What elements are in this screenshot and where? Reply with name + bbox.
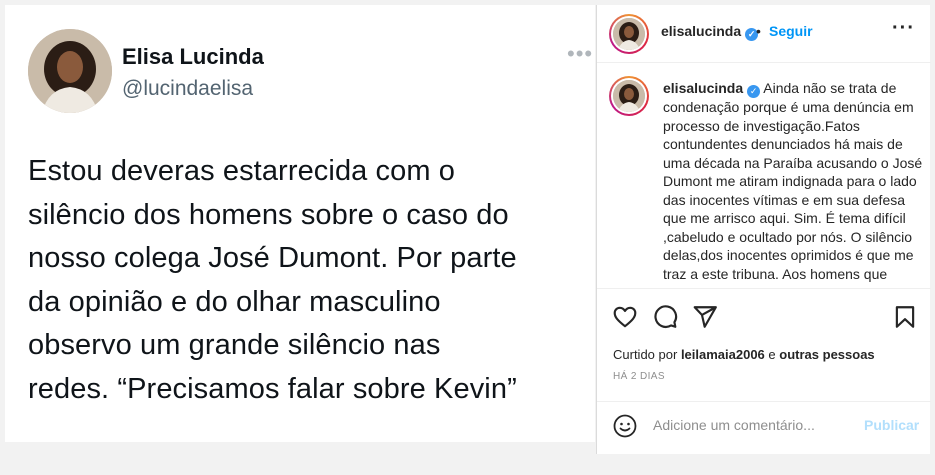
post-caption: elisalucinda ✓ Ainda não se trata de cond… bbox=[663, 79, 925, 287]
caption-scroll-area[interactable]: elisalucinda ✓ Ainda não se trata de cond… bbox=[597, 64, 931, 287]
liked-by-prefix: Curtido por bbox=[613, 347, 678, 362]
liked-by-user[interactable]: leilamaia2006 bbox=[681, 347, 765, 362]
header-avatar[interactable] bbox=[609, 14, 649, 54]
header-username[interactable]: elisalucinda ✓ bbox=[661, 23, 759, 41]
comment-bar: Publicar bbox=[597, 401, 931, 447]
tweet-card: Elisa Lucinda @lucindaelisa ••• Estou de… bbox=[5, 5, 595, 442]
liked-by-text: Curtido por leilamaia2006 e outras pesso… bbox=[613, 347, 875, 362]
header-username-text[interactable]: elisalucinda bbox=[661, 23, 741, 39]
tweet-line: nosso colega José Dumont. Por parte bbox=[28, 242, 517, 274]
comment-input[interactable] bbox=[653, 415, 853, 435]
post-actions: Curtido por leilamaia2006 e outras pesso… bbox=[597, 288, 931, 458]
tweet-text: Estou deveras estarrecida com o silêncio… bbox=[28, 150, 593, 411]
verified-badge-icon: ✓ bbox=[747, 85, 761, 98]
liked-by-connector: e bbox=[768, 347, 776, 362]
caption-avatar[interactable] bbox=[609, 76, 649, 116]
tweet-line: da opinião e do olhar masculino bbox=[28, 285, 441, 318]
bookmark-icon[interactable] bbox=[892, 304, 918, 330]
tweet-line: silêncio dos homens sobre o caso do bbox=[28, 198, 509, 231]
send-icon[interactable] bbox=[692, 304, 718, 330]
instagram-post-panel: elisalucinda ✓ • Seguir ··· elisalucinda ✓… bbox=[596, 5, 931, 454]
caption-username[interactable]: elisalucinda bbox=[663, 80, 743, 96]
heart-icon[interactable] bbox=[612, 304, 638, 330]
follow-button[interactable]: Seguir bbox=[769, 23, 813, 39]
publish-button[interactable]: Publicar bbox=[864, 417, 919, 433]
tweet-line: observo um grande silêncio nas bbox=[28, 329, 441, 361]
tweet-author-name[interactable]: Elisa Lucinda bbox=[122, 44, 264, 70]
more-horizontal-icon[interactable]: ••• bbox=[567, 41, 593, 67]
liked-by-others[interactable]: outras pessoas bbox=[779, 347, 874, 362]
tweet-line: Estou deveras estarrecida com o bbox=[28, 155, 456, 187]
post-header: elisalucinda ✓ • Seguir ··· bbox=[597, 5, 931, 63]
tweet-line: redes. “Precisamos falar sobre Kevin” bbox=[28, 372, 517, 405]
post-timestamp[interactable]: HÁ 2 DIAS bbox=[613, 371, 665, 382]
comment-icon[interactable] bbox=[652, 304, 678, 330]
more-horizontal-icon[interactable]: ··· bbox=[892, 17, 915, 40]
tweet-avatar[interactable] bbox=[28, 29, 112, 113]
tweet-author-handle[interactable]: @lucindaelisa bbox=[122, 77, 253, 101]
smiley-icon[interactable] bbox=[613, 414, 637, 438]
header-separator: • bbox=[756, 23, 761, 39]
caption-body: Ainda não se trata de condenação porque … bbox=[663, 80, 923, 287]
